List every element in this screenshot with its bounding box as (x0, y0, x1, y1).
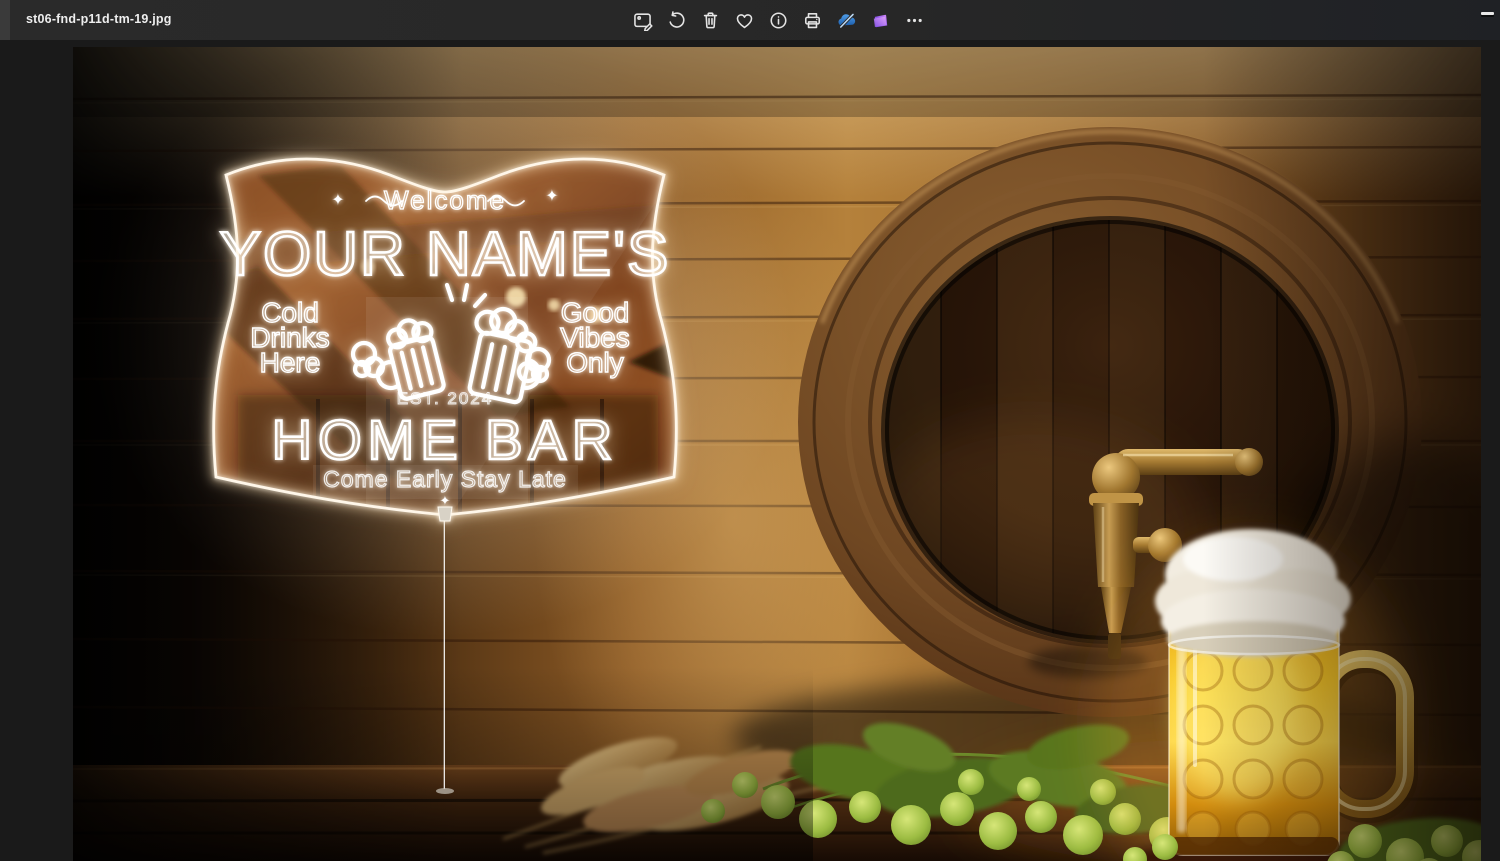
tab-strip-stub[interactable] (0, 0, 10, 40)
toolbar (627, 0, 930, 40)
sign-title: YOUR NAME'S (220, 220, 671, 289)
delete-icon (700, 10, 721, 31)
edit-image-button[interactable] (627, 4, 658, 36)
rotate-icon (666, 10, 687, 31)
window-controls (1474, 0, 1500, 30)
sign-bracket (438, 507, 452, 521)
bar-photo-illustration: ✦ ✦ Welcome YOUR NAME'S Cold Drinks Here… (73, 47, 1481, 861)
favorite-button[interactable] (729, 4, 760, 36)
minimize-button[interactable] (1474, 0, 1500, 26)
rotate-button[interactable] (661, 4, 692, 36)
sign-star-bottom: ✦ (440, 493, 451, 508)
clipchamp-icon (870, 10, 891, 31)
more-options-button[interactable] (899, 4, 930, 36)
onedrive-unavailable-icon (836, 10, 857, 31)
sign-star-left: ✦ (331, 192, 344, 209)
image-viewer-canvas[interactable]: ✦ ✦ Welcome YOUR NAME'S Cold Drinks Here… (0, 40, 1500, 861)
sign-welcome: Welcome (384, 185, 506, 215)
print-icon (802, 10, 823, 31)
info-icon (768, 10, 789, 31)
edit-image-icon (632, 10, 653, 31)
clipchamp-button[interactable] (865, 4, 896, 36)
neon-sign: ✦ ✦ Welcome YOUR NAME'S Cold Drinks Here… (188, 147, 694, 525)
sign-star-right: ✦ (545, 188, 558, 205)
minimize-icon (1481, 12, 1494, 15)
info-button[interactable] (763, 4, 794, 36)
sign-main: HOME BAR (272, 408, 619, 471)
image-filename: st06-fnd-p11d-tm-19.jpg (26, 12, 172, 26)
print-button[interactable] (797, 4, 828, 36)
title-bar: st06-fnd-p11d-tm-19.jpg (0, 0, 1500, 40)
onedrive-button[interactable] (831, 4, 862, 36)
delete-button[interactable] (695, 4, 726, 36)
sign-left-line-3: Here (260, 347, 321, 378)
more-options-icon (904, 10, 925, 31)
favorite-icon (734, 10, 755, 31)
photos-app-window: st06-fnd-p11d-tm-19.jpg (0, 0, 1500, 861)
sign-tagline: Come Early Stay Late (323, 466, 567, 492)
sign-right-line-3: Only (566, 347, 624, 378)
photo-content: ✦ ✦ Welcome YOUR NAME'S Cold Drinks Here… (73, 47, 1481, 861)
sign-established: EST. 2024 (397, 389, 493, 408)
